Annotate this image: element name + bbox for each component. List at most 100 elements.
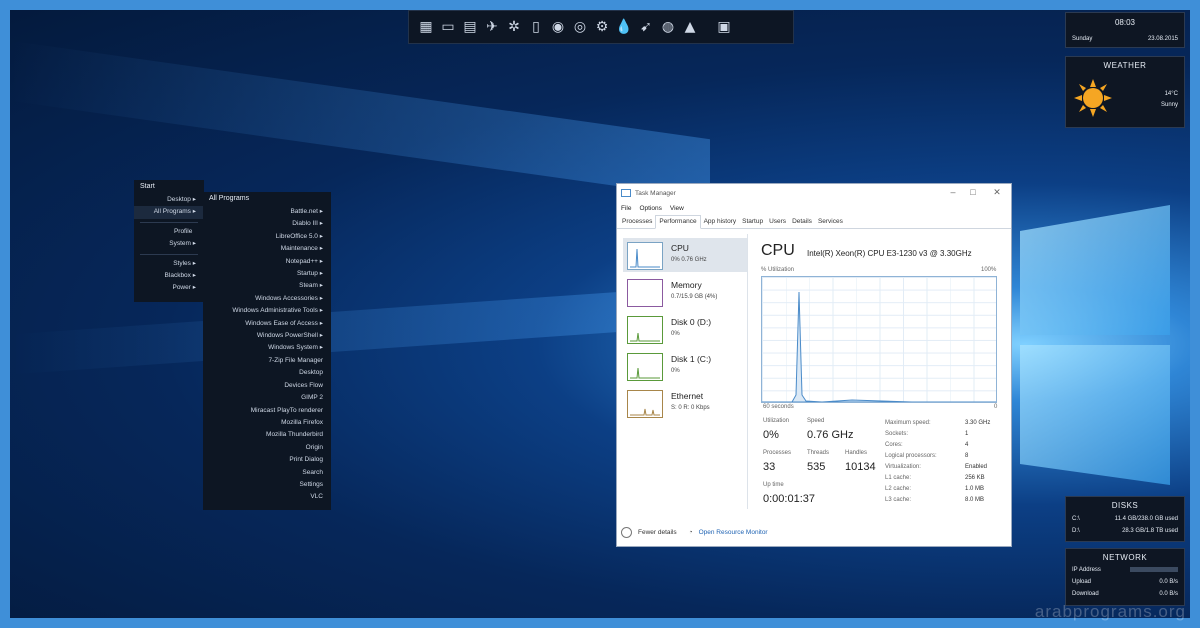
clock-date: 23.08.2015 — [1147, 36, 1178, 42]
droplet-icon[interactable]: 💧 — [615, 18, 633, 36]
folder-icon[interactable]: ▤ — [461, 18, 479, 36]
vlc-cone-icon[interactable]: ▲ — [681, 18, 699, 36]
spec-key: Maximum speed: — [885, 420, 931, 426]
menu-divider — [140, 253, 198, 255]
program-item[interactable]: Settings — [203, 479, 331, 491]
spec-value: 8.0 MB — [965, 497, 985, 503]
program-item[interactable]: 7-Zip File Manager — [203, 355, 331, 367]
menu-item-styles[interactable]: Styles ▸ — [134, 258, 204, 270]
disk-drive: D:\ — [1072, 528, 1080, 534]
terminal-icon[interactable]: ▦ — [417, 18, 435, 36]
processes-value: 33 — [763, 461, 776, 473]
open-resource-monitor-link[interactable]: Open Resource Monitor — [699, 529, 768, 536]
program-item[interactable]: Windows System ▸ — [203, 342, 331, 354]
tab-details[interactable]: Details — [789, 216, 815, 228]
menu-item-system[interactable]: System ▸ — [134, 238, 204, 250]
cpu-mini-graph — [627, 242, 663, 270]
chevron-up-icon[interactable] — [621, 527, 632, 538]
fewer-details-button[interactable]: Fewer details — [638, 529, 677, 536]
tab-app-history[interactable]: App history — [701, 216, 740, 228]
program-item[interactable]: Origin — [203, 442, 331, 454]
menu-divider — [140, 221, 198, 223]
program-item[interactable]: Mozilla Firefox — [203, 417, 331, 429]
plane-icon[interactable]: ✈ — [483, 18, 501, 36]
light-beam — [10, 40, 710, 200]
bird-icon[interactable]: ➹ — [637, 18, 655, 36]
program-item[interactable]: Desktop — [203, 367, 331, 379]
tab-users[interactable]: Users — [766, 216, 789, 228]
menu-view[interactable]: View — [670, 205, 684, 212]
threads-value: 535 — [807, 461, 826, 473]
window-icon[interactable]: ▭ — [439, 18, 457, 36]
program-item[interactable]: Diablo III ▸ — [203, 218, 331, 230]
program-item[interactable]: Notepad++ ▸ — [203, 256, 331, 268]
program-item[interactable]: Steam ▸ — [203, 280, 331, 292]
program-item[interactable]: Miracast PlayTo renderer — [203, 405, 331, 417]
spec-key: Cores: — [885, 442, 903, 448]
ip-blurred — [1130, 567, 1178, 572]
program-item[interactable]: Windows Administrative Tools ▸ — [203, 305, 331, 317]
cpu-header: CPU — [761, 242, 795, 259]
program-item[interactable]: Maintenance ▸ — [203, 243, 331, 255]
program-item[interactable]: Devices Flow — [203, 380, 331, 392]
globe-icon[interactable]: ◉ — [549, 18, 567, 36]
uptime-value: 0:00:01:37 — [763, 493, 815, 505]
clock-time: 08:03 — [1114, 18, 1136, 27]
menu-file[interactable]: File — [621, 205, 631, 212]
watermark: arabprograms.org — [1034, 602, 1186, 621]
minimize-button[interactable]: – — [943, 187, 963, 197]
spec-value: 3.30 GHz — [965, 420, 991, 426]
disk-usage: 11.4 GB/238.0 GB used — [1114, 516, 1178, 522]
gear-network-icon[interactable]: ✲ — [505, 18, 523, 36]
close-button[interactable]: ✕ — [987, 187, 1007, 198]
program-item[interactable]: Windows Ease of Access ▸ — [203, 318, 331, 330]
network-label: Upload — [1072, 579, 1092, 585]
steam-icon[interactable]: ◍ — [659, 18, 677, 36]
menu-bar: File Options View — [617, 202, 1011, 214]
cpu-model: Intel(R) Xeon(R) CPU E3-1230 v3 @ 3.30GH… — [807, 249, 972, 258]
program-item[interactable]: Startup ▸ — [203, 268, 331, 280]
maximize-button[interactable]: □ — [963, 187, 983, 197]
chrome-icon[interactable]: ◎ — [571, 18, 589, 36]
menu-item-power[interactable]: Power ▸ — [134, 282, 204, 294]
spec-key: Logical processors: — [885, 453, 937, 459]
monitor-icon[interactable]: ▣ — [715, 18, 733, 36]
tab-services[interactable]: Services — [815, 216, 846, 228]
menu-item-profile[interactable]: Profile — [134, 226, 204, 238]
sidebar-item-memory[interactable]: Memory 0.7/15.9 GB (4%) — [623, 275, 747, 309]
program-item[interactable]: LibreOffice 5.0 ▸ — [203, 231, 331, 243]
program-item[interactable]: Windows Accessories ▸ — [203, 293, 331, 305]
cpu-utilization-graph — [761, 276, 997, 403]
menu-options[interactable]: Options — [639, 205, 661, 212]
disk-mini-graph — [627, 316, 663, 344]
menu-item-desktop[interactable]: Desktop ▸ — [134, 194, 204, 206]
program-item[interactable]: Search — [203, 467, 331, 479]
tab-processes[interactable]: Processes — [619, 216, 655, 228]
tab-startup[interactable]: Startup — [739, 216, 766, 228]
start-menu: Start Desktop ▸ All Programs ▸ Profile S… — [134, 180, 204, 302]
sidebar-item-disk-0[interactable]: Disk 0 (D:) 0% — [623, 312, 747, 346]
program-item[interactable]: VLC — [203, 491, 331, 503]
footer: Fewer details ◔ Open Resource Monitor — [621, 527, 768, 538]
document-icon[interactable]: ▯ — [527, 18, 545, 36]
settings-icon[interactable]: ⚙ — [593, 18, 611, 36]
program-item[interactable]: Battle.net ▸ — [203, 206, 331, 218]
network-value: 0.0 B/s — [1159, 579, 1178, 585]
tab-performance[interactable]: Performance — [655, 215, 701, 229]
program-item[interactable]: Print Dialog — [203, 454, 331, 466]
sidebar-item-cpu[interactable]: CPU 0% 0.76 GHz — [623, 238, 747, 272]
spec-key: L2 cache: — [885, 486, 912, 492]
menu-item-all-programs[interactable]: All Programs ▸ — [134, 206, 204, 219]
menu-item-blackbox[interactable]: Blackbox ▸ — [134, 270, 204, 282]
tab-bar: Processes Performance App history Startu… — [617, 214, 1011, 229]
spec-row: Sockets: 1 — [885, 429, 1005, 440]
processes-label: Processes — [763, 450, 792, 456]
sun-icon — [1074, 79, 1112, 117]
program-item[interactable]: GIMP 2 — [203, 392, 331, 404]
sidebar-item-ethernet[interactable]: Ethernet S: 0 R: 0 Kbps — [623, 386, 747, 420]
program-item[interactable]: Windows PowerShell ▸ — [203, 330, 331, 342]
weather-condition: Sunny — [1160, 102, 1178, 108]
weather-title: WEATHER — [1103, 61, 1147, 70]
program-item[interactable]: Mozilla Thunderbird — [203, 429, 331, 441]
sidebar-item-disk-1[interactable]: Disk 1 (C:) 0% — [623, 349, 747, 383]
